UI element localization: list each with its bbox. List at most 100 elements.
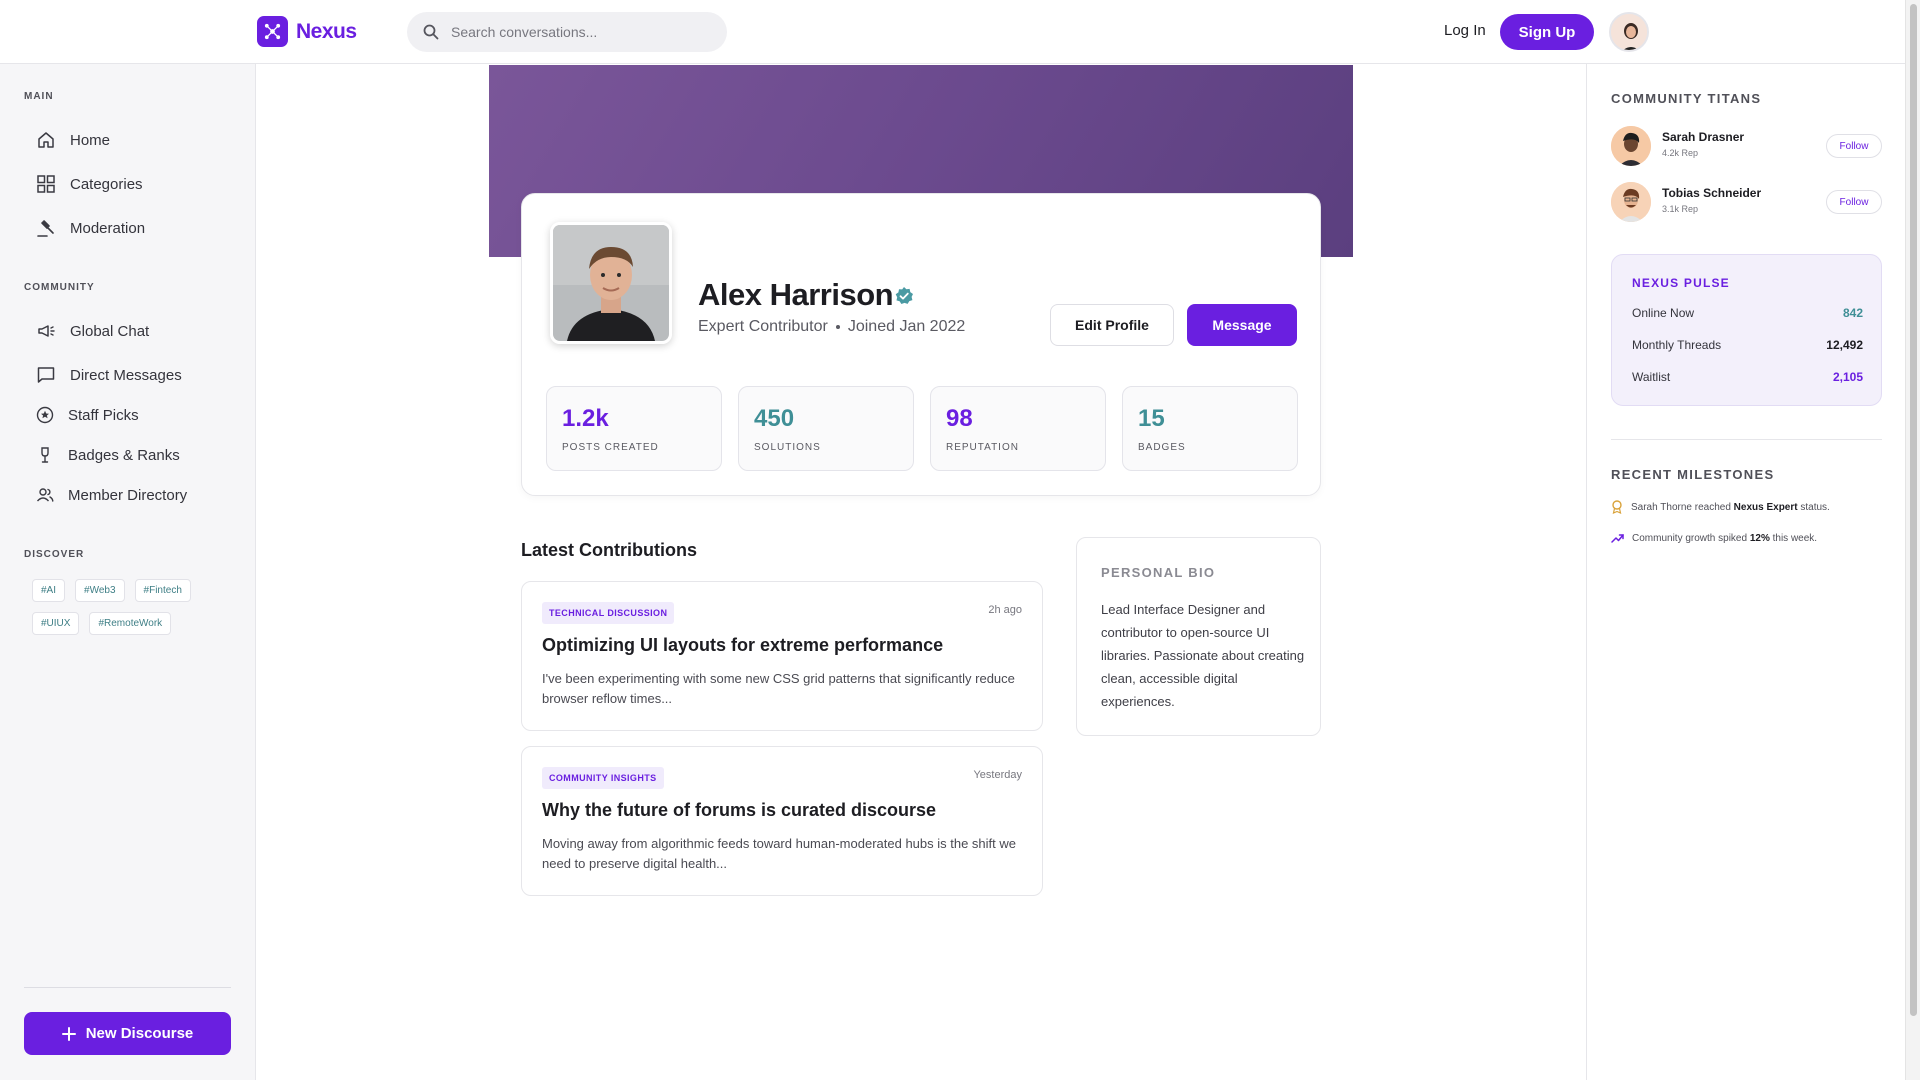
post-category-badge: TECHNICAL DISCUSSION [542, 602, 675, 624]
top-bar: Nexus Log In Sign Up [0, 0, 1905, 64]
tag-list: #AI #Web3 #Fintech #UIUX #RemoteWork [0, 579, 200, 635]
profile-subtitle: Expert Contributor Joined Jan 2022 [698, 318, 965, 336]
nav-label: Categories [70, 175, 143, 193]
users-icon [36, 488, 54, 502]
brand-name: Nexus [296, 19, 357, 43]
page-scrollbar[interactable] [1905, 0, 1920, 1080]
follow-button[interactable]: Follow [1826, 134, 1882, 158]
nav-item-badges-ranks[interactable]: Badges & Ranks [36, 446, 180, 464]
nav-item-categories[interactable]: Categories [36, 174, 143, 194]
pulse-value: 2,105 [1832, 370, 1863, 384]
pulse-row: Online Now 842 [1632, 306, 1863, 320]
follow-button[interactable]: Follow [1826, 190, 1882, 214]
search-icon [423, 24, 439, 40]
profile-joined: Joined Jan 2022 [847, 318, 966, 335]
stat-label: POSTS CREATED [562, 442, 659, 453]
personal-bio-card: PERSONAL BIO Lead Interface Designer and… [1076, 537, 1321, 736]
post-card[interactable]: COMMUNITY INSIGHTS Yesterday Why the fut… [521, 746, 1043, 896]
stat-card-solutions: 450 SOLUTIONS [738, 386, 914, 471]
tag-chip[interactable]: #Web3 [75, 579, 125, 602]
new-discourse-label: New Discourse [85, 1025, 194, 1042]
pulse-value: 842 [1842, 306, 1863, 320]
pulse-row: Waitlist 2,105 [1632, 370, 1863, 384]
post-title[interactable]: Optimizing UI layouts for extreme perfor… [542, 635, 943, 656]
post-title[interactable]: Why the future of forums is curated disc… [542, 800, 936, 821]
search-bar[interactable] [407, 12, 727, 52]
scrollbar-thumb[interactable] [1910, 4, 1917, 1016]
tag-chip[interactable]: #UIUX [32, 612, 80, 635]
milestone-text: Sarah Thorne reached Nexus Expert status… [1631, 501, 1830, 513]
post-card[interactable]: TECHNICAL DISCUSSION 2h ago Optimizing U… [521, 581, 1043, 731]
search-input[interactable] [451, 24, 701, 40]
plus-icon [61, 1026, 76, 1041]
nexus-pulse-card: NEXUS PULSE Online Now 842 Monthly Threa… [1611, 254, 1882, 406]
titan-row: Sarah Drasner 4.2k Rep Follow [1611, 126, 1882, 166]
nav-label: Moderation [70, 219, 146, 237]
post-excerpt: Moving away from algorithmic feeds towar… [542, 836, 1016, 871]
right-divider [1611, 439, 1882, 440]
pulse-row: Monthly Threads 12,492 [1632, 338, 1863, 352]
new-discourse-button[interactable]: New Discourse [24, 1012, 231, 1055]
titan-name[interactable]: Sarah Drasner [1662, 130, 1744, 144]
stat-label: REPUTATION [946, 442, 1019, 453]
message-button[interactable]: Message [1187, 304, 1297, 346]
milestone-item: Community growth spiked 12% this week. [1611, 532, 1817, 544]
nav-item-direct-messages[interactable]: Direct Messages [36, 365, 182, 385]
signup-button[interactable]: Sign Up [1500, 14, 1594, 50]
tag-chip[interactable]: #AI [32, 579, 66, 602]
section-title-community: COMMUNITY [24, 282, 95, 293]
avatar[interactable] [1611, 182, 1651, 222]
titan-name[interactable]: Tobias Schneider [1662, 186, 1761, 200]
edit-profile-button[interactable]: Edit Profile [1050, 304, 1174, 346]
logo-icon [257, 16, 288, 47]
profile-photo [550, 222, 672, 344]
stat-card-reputation: 98 REPUTATION [930, 386, 1106, 471]
stat-label: BADGES [1138, 442, 1186, 453]
pulse-label: Monthly Threads [1632, 338, 1722, 352]
login-link[interactable]: Log In [1444, 22, 1486, 39]
bio-text: Lead Interface Designer and contributor … [1101, 602, 1305, 709]
nav-item-global-chat[interactable]: Global Chat [36, 321, 149, 341]
titan-rep: 4.2k Rep [1662, 148, 1699, 158]
user-avatar[interactable] [1609, 12, 1649, 52]
logo[interactable]: Nexus [257, 16, 357, 47]
pulse-heading: NEXUS PULSE [1632, 276, 1730, 290]
nav-label: Badges & Ranks [68, 446, 180, 464]
stat-card-badges: 15 BADGES [1122, 386, 1298, 471]
nav-item-member-directory[interactable]: Member Directory [36, 486, 187, 504]
nav-item-moderation[interactable]: Moderation [36, 218, 145, 238]
stat-value: 98 [946, 405, 973, 432]
profile-role: Expert Contributor [698, 318, 828, 335]
tag-chip[interactable]: #Fintech [134, 579, 191, 602]
star-circle-icon [36, 406, 54, 424]
chat-bubble-icon [37, 367, 55, 383]
tag-chip[interactable]: #RemoteWork [89, 612, 172, 635]
bio-heading: PERSONAL BIO [1101, 565, 1216, 580]
trophy-icon [41, 447, 49, 463]
sidebar-divider [24, 987, 231, 988]
milestone-text: Community growth spiked 12% this week. [1632, 532, 1818, 544]
verified-badge-icon [895, 287, 913, 304]
community-titans-heading: COMMUNITY TITANS [1611, 91, 1762, 106]
avatar[interactable] [1611, 126, 1651, 166]
post-excerpt: I've been experimenting with some new CS… [542, 671, 1015, 706]
profile-name: Alex Harrison [698, 277, 894, 312]
post-timestamp: Yesterday [973, 769, 1022, 781]
right-panel: COMMUNITY TITANS Sarah Drasner 4.2k Rep … [1586, 64, 1905, 1080]
post-timestamp: 2h ago [988, 604, 1022, 616]
latest-contributions-heading: Latest Contributions [521, 540, 697, 560]
grid-icon [37, 175, 55, 193]
separator-dot [835, 325, 840, 329]
pulse-label: Waitlist [1632, 370, 1671, 384]
stat-value: 15 [1138, 405, 1165, 432]
section-title-main: MAIN [24, 91, 54, 102]
nav-label: Home [70, 131, 111, 149]
gavel-icon [37, 220, 54, 237]
profile-card: Alex Harrison Expert Contributor Joined … [521, 193, 1321, 496]
nav-item-staff-picks[interactable]: Staff Picks [36, 406, 139, 424]
nav-item-home[interactable]: Home [36, 130, 110, 150]
nav-label: Global Chat [70, 322, 150, 340]
pulse-label: Online Now [1632, 306, 1695, 320]
titan-row: Tobias Schneider 3.1k Rep Follow [1611, 182, 1882, 222]
recent-milestones-heading: RECENT MILESTONES [1611, 467, 1775, 482]
